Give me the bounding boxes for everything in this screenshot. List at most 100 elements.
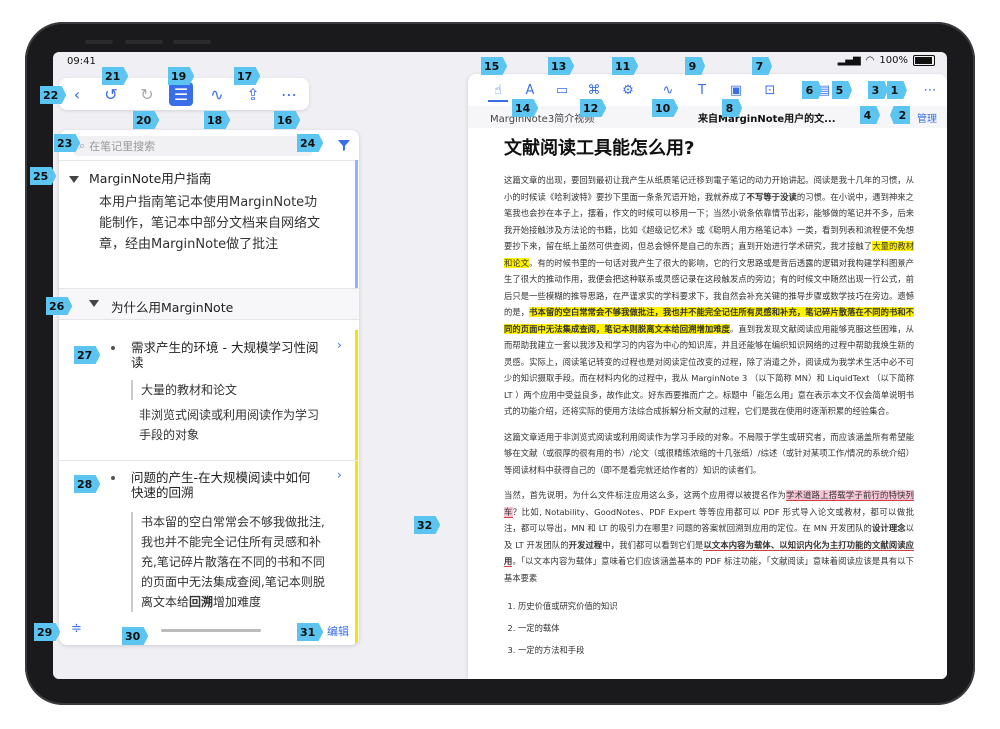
callout-tag: 27 — [74, 346, 101, 364]
callout-tag: 28 — [74, 475, 101, 493]
textbox-icon[interactable]: T — [692, 80, 712, 100]
tab-video[interactable]: MarginNote3简介视频 — [490, 110, 594, 125]
section-title-text: MarginNote用户指南 — [89, 171, 212, 186]
note-excerpt: 书本留的空白常常会不够我做批注,我也并不能完全记住所有灵感和补充,笔记碎片散落在… — [131, 512, 333, 612]
ordered-list: 历史价值或研究价值的知识 一定的载体 一定的方法和手段 — [504, 595, 914, 661]
more-icon[interactable]: ⋯ — [277, 82, 301, 106]
subsection-header[interactable]: 为什么用MarginNote — [59, 288, 359, 320]
section-title[interactable]: MarginNote用户指南 — [69, 168, 211, 187]
callout-tag: 5 — [832, 81, 852, 99]
text-highlight-icon[interactable]: A — [520, 80, 540, 100]
note-excerpt: 大量的教材和论文 — [131, 380, 331, 400]
highlight-color-bar — [355, 330, 358, 645]
list-icon[interactable]: ☰ — [169, 82, 193, 106]
callout-tag: 4 — [860, 106, 880, 124]
callout-tag: 13 — [548, 57, 575, 75]
callout-tag: 18 — [204, 111, 231, 129]
callout-tag: 19 — [168, 67, 195, 85]
document-title: 文献阅读工具能怎么用? — [504, 138, 695, 159]
paragraph: 这篇文章适用于非浏览式阅读或利用阅读作为学习手段的对象。不局限于学生或研究者，而… — [504, 431, 914, 475]
collapse-icon[interactable] — [69, 176, 79, 183]
divider — [59, 460, 359, 461]
callout-tag: 32 — [414, 516, 441, 534]
chevron-left-icon[interactable]: ‹ — [65, 82, 89, 106]
callout-tag: 15 — [481, 57, 508, 75]
notebook-panel: ⌕ 在笔记里搜索 MarginNote用户指南 本用户指南笔记本使用Margin… — [59, 130, 359, 645]
collapse-all-icon[interactable]: ≑ — [71, 621, 82, 636]
callout-tag: 29 — [34, 623, 61, 641]
tab-article[interactable]: 来自MarginNote用户的文... — [698, 110, 836, 125]
settings-icon[interactable]: ⚙ — [618, 80, 638, 100]
excerpt-bold: 回溯 — [189, 595, 214, 609]
lasso-icon[interactable]: ⌘ — [584, 80, 604, 100]
chevron-right-icon[interactable]: › — [337, 468, 342, 482]
ocr-icon[interactable]: ⊡ — [760, 80, 780, 100]
more-icon[interactable]: ⋯ — [920, 80, 940, 100]
hardware-button — [125, 40, 163, 44]
chevron-right-icon[interactable]: › — [337, 338, 342, 352]
callout-tag: 1 — [887, 81, 907, 99]
callout-tag: 16 — [274, 111, 301, 129]
callout-tag: 11 — [612, 57, 639, 75]
mindmap-icon[interactable]: ∿ — [205, 82, 229, 106]
manage-button[interactable]: 管理 — [917, 110, 937, 125]
battery-icon — [913, 55, 935, 66]
image-icon[interactable]: ▣ — [726, 80, 746, 100]
callout-tag: 8 — [722, 99, 742, 117]
redo-icon[interactable]: ↻ — [135, 82, 159, 106]
paragraph: 这篇文章的出现，要回到最初让我产生从纸质笔记迁移到電子笔记的动力开始讲起。阅读是… — [504, 175, 914, 416]
callout-tag: 2 — [890, 106, 910, 124]
search-input[interactable]: ⌕ 在笔记里搜索 — [73, 136, 313, 156]
document-reader: ☝ A ▭ ⌘ ⚙ ∿ T ▣ ⊡ ▤ ⌕ ⎗ ⋯ MarginNote3简介视… — [468, 74, 947, 679]
filter-icon[interactable] — [337, 138, 351, 152]
callout-tag: 3 — [868, 81, 888, 99]
paragraph: 当然，首先说明，为什么文件标注应用这么多，这两个应用得以被提名作为学术道路上搭载… — [504, 490, 914, 583]
callout-tag: 14 — [512, 99, 539, 117]
document-content: 文献阅读工具能怎么用? 这篇文章的出现，要回到最初让我产生从纸质笔记迁移到電子笔… — [504, 134, 914, 661]
list-item: 历史价值或研究价值的知识 — [518, 595, 914, 617]
callout-tag: 7 — [752, 57, 772, 75]
callout-tag: 30 — [122, 627, 149, 645]
note-excerpt: 非浏览式阅读或利用阅读作为学习手段的对象 — [139, 408, 320, 442]
callout-tag: 31 — [297, 623, 324, 641]
battery-percent: 100% — [879, 55, 908, 66]
collapse-icon[interactable] — [89, 300, 99, 307]
note-item-title[interactable]: 问题的产生-在大规模阅读中如何快速的回溯 — [131, 470, 321, 500]
note-item-title[interactable]: 需求产生的环境 - 大规模学习性阅读 — [131, 340, 321, 370]
callout-tag: 21 — [102, 67, 129, 85]
callout-tag: 24 — [297, 134, 324, 152]
callout-tag: 20 — [133, 111, 160, 129]
callout-tag: 6 — [802, 81, 822, 99]
screen: 09:41 ▂▄▆ ◠ 100% ‹ ↺ ↻ ☰ ∿ ⇪ ⋯ ⌕ 在笔记里搜索 … — [53, 52, 947, 679]
callout-tag: 26 — [46, 297, 73, 315]
subsection-title: 为什么用MarginNote — [111, 300, 234, 315]
hardware-button — [85, 40, 113, 44]
bullet-icon — [111, 476, 115, 480]
search-icon: ⌕ — [79, 139, 86, 152]
share-icon[interactable]: ⇪ — [241, 82, 265, 106]
callout-tag: 10 — [652, 99, 679, 117]
resize-handle[interactable] — [161, 629, 261, 632]
status-time: 09:41 — [67, 56, 96, 67]
list-item: 一定的载体 — [518, 617, 914, 639]
callout-tag: 23 — [54, 134, 81, 152]
section-description: 本用户指南笔记本使用MarginNote功能制作，笔记本中部分文档来自网络文章，… — [99, 195, 321, 252]
hand-pointer-icon[interactable]: ☝ — [488, 80, 508, 102]
list-item: 一定的方法和手段 — [518, 639, 914, 661]
edit-button[interactable]: 编辑 — [327, 623, 349, 639]
callout-tag: 9 — [685, 57, 705, 75]
search-placeholder: 在笔记里搜索 — [89, 140, 156, 153]
callout-tag: 12 — [580, 99, 607, 117]
signal-icon: ▂▄▆ — [837, 55, 861, 66]
bullet-icon — [111, 346, 115, 350]
rectangle-select-icon[interactable]: ▭ — [552, 80, 572, 100]
pen-icon[interactable]: ∿ — [658, 80, 678, 100]
callout-tag: 22 — [40, 86, 67, 104]
undo-icon[interactable]: ↺ — [99, 82, 123, 106]
callout-tag: 17 — [234, 67, 261, 85]
callout-tag: 25 — [30, 167, 57, 185]
wifi-icon: ◠ — [865, 55, 875, 66]
hardware-button — [173, 40, 211, 44]
excerpt-text: 增加难度 — [213, 595, 262, 609]
divider — [59, 160, 359, 161]
